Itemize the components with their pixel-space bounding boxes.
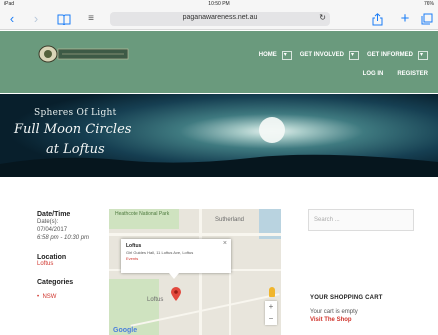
nav-home-label: HOME — [258, 52, 277, 58]
category-item[interactable]: • NSW — [37, 294, 107, 300]
right-sidebar: Search ... — [308, 209, 414, 231]
map-road — [109, 233, 281, 236]
cart-title: YOUR SHOPPING CART — [310, 295, 383, 301]
popup-pointer — [169, 273, 179, 279]
dates-label: Date(s): — [37, 219, 59, 225]
reload-icon[interactable]: ↻ — [319, 13, 326, 22]
hero-title-line2: at Loftus — [46, 142, 105, 157]
battery-level: 76% — [423, 1, 434, 7]
back-icon[interactable]: ‹ — [6, 11, 18, 27]
status-bar: iPad 10:50 PM 76% — [0, 0, 438, 9]
category-link[interactable]: NSW — [42, 294, 56, 300]
datetime-block: Date/Time Date(s): 07/04/2017 6:58 pm - … — [37, 211, 107, 242]
zoom-out-button[interactable]: − — [265, 313, 277, 325]
reader-icon[interactable]: ≡ — [84, 11, 98, 27]
popup-title: Loftus — [126, 243, 142, 249]
map-info-window: Loftus Girl Guides Hall, 11 Loftus Ave, … — [121, 239, 231, 273]
hero-subtitle: Spheres Of Light — [34, 108, 117, 118]
search-input[interactable]: Search ... — [308, 209, 414, 231]
chevron-down-icon: ▾ — [420, 51, 424, 58]
chevron-down-icon: ▾ — [351, 51, 355, 58]
close-icon[interactable]: × — [223, 240, 227, 247]
url-text: paganawareness.net.au — [182, 14, 258, 21]
forward-icon[interactable]: › — [30, 11, 42, 27]
categories-label: Categories — [37, 279, 74, 286]
popup-events-link[interactable]: Events — [126, 256, 138, 261]
map-label-park: Heathcote National Park — [115, 211, 170, 217]
nav-get-informed[interactable]: GET INFORMED ▾ — [367, 50, 428, 60]
main-nav: HOME ▾ GET INVOLVED ▾ GET INFORMED ▾ — [251, 50, 428, 60]
status-time: 10:50 PM — [208, 1, 230, 7]
map-label-loftus: Loftus — [147, 297, 164, 303]
search-placeholder: Search ... — [314, 217, 340, 223]
cart-empty-text: Your cart is empty — [310, 309, 358, 315]
location-block: Location Loftus — [37, 254, 107, 267]
location-link[interactable]: Loftus — [37, 261, 107, 267]
account-nav: LOG IN REGISTER — [349, 71, 428, 77]
nav-get-involved-label: GET INVOLVED — [299, 52, 344, 58]
hero-title-line1: Full Moon Circles — [14, 122, 132, 137]
categories-block: Categories • NSW — [37, 279, 107, 300]
event-date: 07/04/2017 — [37, 227, 68, 233]
nav-login[interactable]: LOG IN — [363, 71, 384, 77]
hero-banner: Spheres Of Light Full Moon Circles at Lo… — [0, 94, 438, 177]
zoom-control: + − — [265, 301, 277, 325]
main-content: Date/Time Date(s): 07/04/2017 6:58 pm - … — [0, 177, 438, 335]
google-logo: Google — [113, 327, 138, 334]
nav-get-involved[interactable]: GET INVOLVED ▾ — [299, 50, 359, 60]
nav-home[interactable]: HOME ▾ — [258, 50, 292, 60]
popup-address: Girl Guides Hall, 11 Loftus Ave, Loftus — [126, 250, 194, 255]
location-label: Location — [37, 254, 67, 261]
map-label-suburb: Sutherland — [215, 217, 245, 223]
nav-register[interactable]: REGISTER — [397, 71, 428, 77]
nav-get-informed-dropdown[interactable]: ▾ — [418, 50, 428, 60]
street-view-icon[interactable] — [269, 287, 275, 297]
map-pin-icon[interactable] — [171, 287, 181, 301]
event-map[interactable]: Heathcote National Park Sutherland Loftu… — [109, 209, 281, 335]
site-header: HOME ▾ GET INVOLVED ▾ GET INFORMED ▾ LOG… — [0, 31, 438, 93]
nav-get-involved-dropdown[interactable]: ▾ — [349, 50, 359, 60]
site-logo[interactable] — [38, 45, 132, 63]
nav-home-dropdown[interactable]: ▾ — [281, 50, 292, 60]
visit-shop-link[interactable]: Visit The Shop — [310, 317, 352, 323]
event-time: 6:58 pm - 10:30 pm — [37, 235, 90, 241]
address-bar[interactable]: paganawareness.net.au ↻ — [110, 12, 330, 26]
nav-get-informed-label: GET INFORMED — [367, 52, 413, 58]
browser-toolbar: ‹ › ≡ paganawareness.net.au ↻ + — [0, 9, 438, 30]
bookmarks-icon[interactable] — [56, 11, 72, 27]
event-details: Date/Time Date(s): 07/04/2017 6:58 pm - … — [37, 211, 107, 312]
chevron-down-icon: ▾ — [283, 51, 287, 58]
datetime-label: Date/Time — [37, 211, 71, 218]
share-icon[interactable] — [370, 11, 384, 27]
new-tab-icon[interactable]: + — [398, 11, 412, 27]
zoom-in-button[interactable]: + — [265, 301, 277, 313]
tabs-icon[interactable] — [420, 11, 434, 27]
